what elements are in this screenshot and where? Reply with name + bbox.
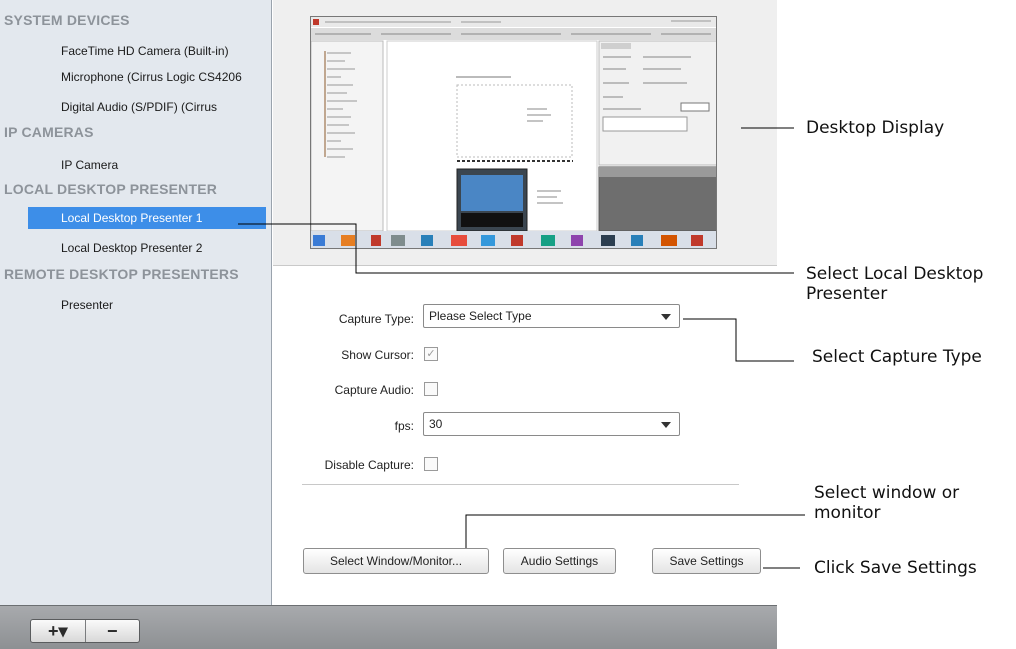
annotation-callout-lines — [238, 127, 805, 569]
annotation-select-capture-type: Select Capture Type — [812, 347, 982, 367]
annotation-select-local-desktop-presenter: Select Local Desktop Presenter — [806, 264, 984, 304]
annotation-desktop-display: Desktop Display — [806, 118, 945, 138]
annotation-click-save-settings: Click Save Settings — [814, 558, 977, 578]
annotation-select-window-or-monitor: Select window or monitor — [814, 483, 960, 523]
